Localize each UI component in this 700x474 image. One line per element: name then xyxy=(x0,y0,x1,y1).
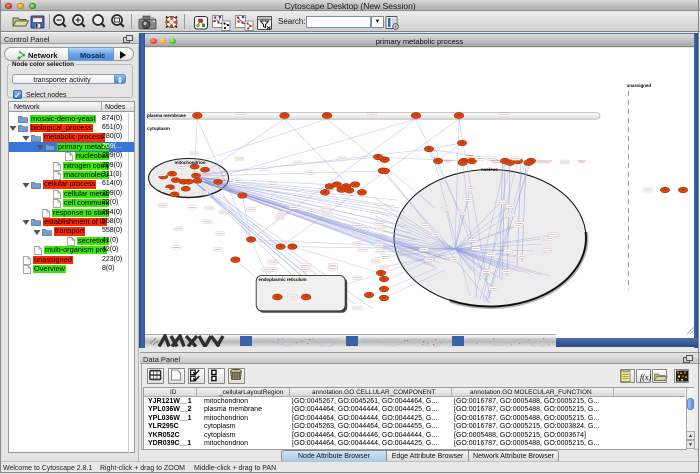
svg-text:nucleus: nucleus xyxy=(481,167,498,172)
svg-text:unassigned: unassigned xyxy=(627,83,652,88)
svg-text:cytoplasm: cytoplasm xyxy=(147,126,170,132)
svg-text:plasma membrane: plasma membrane xyxy=(147,113,186,118)
svg-text:f(x): f(x) xyxy=(640,373,651,382)
svg-text:mitochondrion: mitochondrion xyxy=(175,160,206,165)
svg-text:endoplasmic reticulum: endoplasmic reticulum xyxy=(259,277,307,282)
